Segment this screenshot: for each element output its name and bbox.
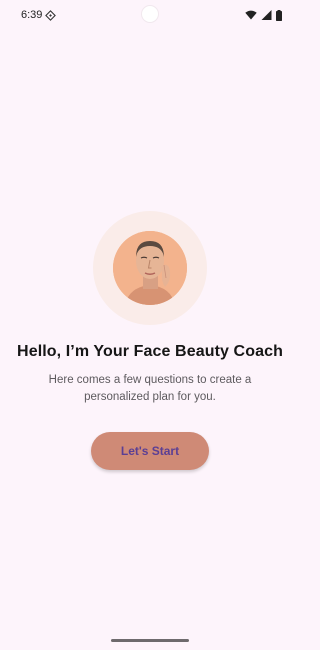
wifi-icon bbox=[245, 10, 257, 20]
page-title: Hello, I’m Your Face Beauty Coach bbox=[17, 343, 283, 360]
status-bar: 6:39 bbox=[0, 0, 300, 30]
sim-card-icon bbox=[45, 10, 56, 21]
camera-cutout bbox=[142, 6, 158, 22]
home-indicator[interactable] bbox=[111, 639, 189, 642]
page-subtitle: Here comes a few questions to create a p… bbox=[48, 374, 252, 403]
status-icons bbox=[245, 9, 282, 21]
battery-icon bbox=[276, 9, 282, 21]
avatar-halo bbox=[93, 211, 207, 325]
start-button[interactable]: Let's Start bbox=[91, 432, 209, 470]
cellular-signal-icon bbox=[261, 10, 272, 20]
status-time: 6:39 bbox=[21, 9, 43, 21]
face-portrait-icon bbox=[113, 231, 187, 305]
